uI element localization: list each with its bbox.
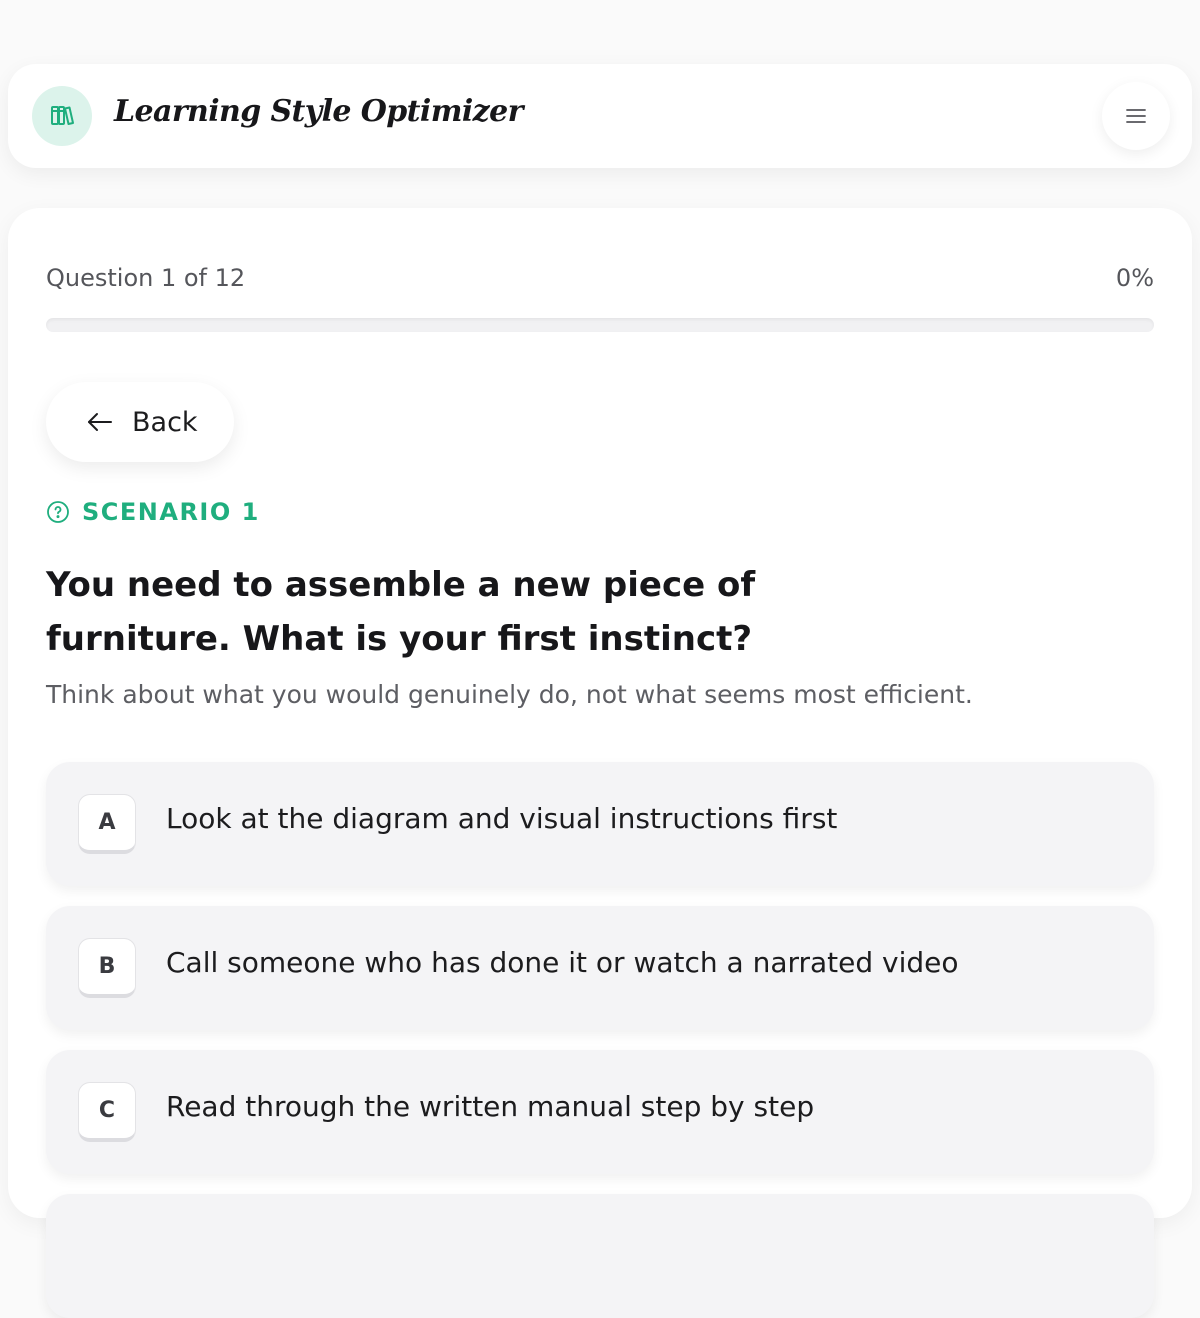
books-icon [51,106,74,125]
app-header: Learning Style Optimizer [8,64,1192,168]
option-a[interactable]: A Look at the diagram and visual instruc… [46,762,1154,886]
option-letter-badge: A [78,794,136,854]
option-text: Call someone who has done it or watch a … [166,946,959,979]
question-hint: Think about what you would genuinely do,… [46,680,973,709]
back-button-label: Back [132,406,198,438]
option-d-partial[interactable] [46,1194,1154,1318]
back-button[interactable]: Back [46,382,234,462]
logo-badge [32,86,92,146]
scenario-label: SCENARIO 1 [82,498,260,526]
menu-button[interactable] [1102,82,1170,150]
question-text: You need to assemble a new piece of furn… [46,565,756,659]
hamburger-menu-icon [1126,109,1146,123]
arrow-left-icon [88,413,112,431]
question-circle-icon [47,501,69,523]
app-title: Learning Style Optimizer [114,94,523,129]
option-c[interactable]: C Read through the written manual step b… [46,1050,1154,1174]
option-text: Look at the diagram and visual instructi… [166,802,838,835]
option-letter-badge: B [78,938,136,998]
question-counter: Question 1 of 12 [46,264,246,292]
option-b[interactable]: B Call someone who has done it or watch … [46,906,1154,1030]
progress-percent: 0% [1115,264,1154,292]
option-letter-badge: C [78,1082,136,1142]
scenario-tag: SCENARIO 1 [46,498,260,526]
progress-bar [46,318,1154,332]
quiz-card: Question 1 of 12 0% Back SCENARIO 1 You … [8,208,1192,1318]
option-text: Read through the written manual step by … [166,1090,815,1123]
